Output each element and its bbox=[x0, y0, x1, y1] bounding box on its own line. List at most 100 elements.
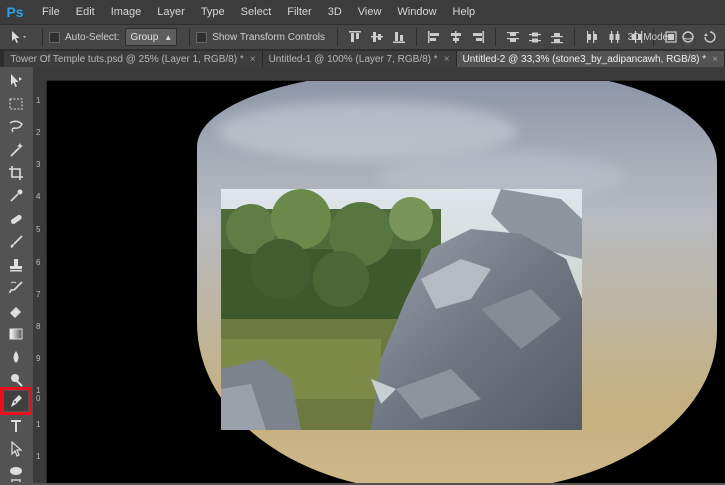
distribute-top-icon[interactable] bbox=[505, 30, 521, 44]
move-tool[interactable] bbox=[4, 71, 28, 91]
3d-rotate-icon[interactable] bbox=[680, 30, 696, 44]
history-brush-icon bbox=[9, 281, 23, 294]
ruler-number: 8 bbox=[36, 322, 41, 331]
ruler-number: 1 bbox=[36, 420, 41, 429]
tools-panel bbox=[0, 67, 34, 483]
crop-icon bbox=[9, 166, 23, 180]
3d-mode-label: 3D Mode: bbox=[627, 31, 671, 43]
menu-layer[interactable]: Layer bbox=[149, 6, 193, 18]
shape-tool[interactable] bbox=[4, 461, 28, 481]
menu-type[interactable]: Type bbox=[193, 6, 233, 18]
ruler-number: 0 bbox=[36, 394, 41, 403]
stone-landscape-image bbox=[221, 189, 582, 430]
dodge-tool[interactable] bbox=[4, 370, 28, 390]
healing-tool[interactable] bbox=[4, 209, 28, 229]
align-top-icon[interactable] bbox=[347, 30, 363, 44]
menu-3d[interactable]: 3D bbox=[320, 6, 350, 18]
marquee-icon bbox=[9, 98, 23, 110]
align-left-icon[interactable] bbox=[426, 30, 442, 44]
tab-untitled-1[interactable]: Untitled-1 @ 100% (Layer 7, RGB/8) * × bbox=[262, 51, 457, 67]
separator bbox=[416, 28, 418, 46]
ruler-corner bbox=[33, 67, 47, 80]
options-bar: Auto-Select: Group ▲︎ Show Transform Con… bbox=[0, 24, 725, 50]
eyedropper-icon bbox=[10, 189, 23, 202]
dodge-icon bbox=[11, 374, 23, 387]
separator bbox=[495, 28, 497, 46]
blur-tool[interactable] bbox=[4, 347, 28, 367]
brush-tool[interactable] bbox=[4, 232, 28, 252]
tab-label: Untitled-2 @ 33,3% (stone3_by_adipancawh… bbox=[462, 53, 707, 65]
history-brush-tool[interactable] bbox=[4, 278, 28, 298]
quick-select-tool[interactable] bbox=[4, 140, 28, 160]
menu-edit[interactable]: Edit bbox=[68, 6, 103, 18]
ruler-number: 6 bbox=[36, 258, 41, 267]
distribute-vcenter-icon[interactable] bbox=[527, 30, 543, 44]
distribute-hcenter-icon[interactable] bbox=[606, 30, 622, 44]
align-vcenter-icon[interactable] bbox=[369, 30, 385, 44]
marquee-tool[interactable] bbox=[4, 94, 28, 114]
3d-roll-icon[interactable] bbox=[702, 30, 718, 44]
menu-filter[interactable]: Filter bbox=[279, 6, 319, 18]
auto-select-dropdown[interactable]: Group ▲︎ bbox=[125, 28, 178, 46]
ruler-number: 5 bbox=[36, 225, 41, 234]
menu-view[interactable]: View bbox=[350, 6, 390, 18]
bandage-icon bbox=[10, 214, 22, 224]
menu-select[interactable]: Select bbox=[233, 6, 280, 18]
ruler-number: 1 bbox=[36, 452, 41, 461]
pen-icon bbox=[11, 395, 22, 407]
ruler-vertical: 1 2 3 4 5 6 7 8 9 1 0 1 1 bbox=[33, 80, 47, 483]
ruler-number: 1 bbox=[36, 96, 41, 105]
auto-select-label: Auto-Select: bbox=[65, 31, 120, 43]
close-icon[interactable]: × bbox=[250, 54, 256, 65]
menu-window[interactable]: Window bbox=[389, 6, 444, 18]
magic-wand-icon bbox=[10, 143, 23, 157]
path-select-tool[interactable] bbox=[4, 439, 28, 459]
ruler-number: 9 bbox=[36, 354, 41, 363]
lasso-tool[interactable] bbox=[4, 117, 28, 137]
show-transform-label: Show Transform Controls bbox=[212, 31, 326, 43]
align-bottom-icon[interactable] bbox=[391, 30, 407, 44]
separator bbox=[574, 28, 576, 46]
options-right-group: 3D Mode: bbox=[628, 25, 721, 49]
distribute-left-icon[interactable] bbox=[584, 30, 600, 44]
hand-tool[interactable] bbox=[4, 479, 28, 485]
show-transform-checkbox[interactable] bbox=[196, 31, 208, 43]
tab-untitled-2[interactable]: Untitled-2 @ 33,3% (stone3_by_adipancawh… bbox=[456, 51, 725, 67]
menu-help[interactable]: Help bbox=[445, 6, 484, 18]
stamp-icon bbox=[10, 259, 22, 272]
move-tool-preset-button[interactable] bbox=[0, 30, 36, 44]
gradient-tool[interactable] bbox=[4, 324, 28, 344]
close-icon[interactable]: × bbox=[712, 54, 718, 65]
close-icon[interactable]: × bbox=[444, 54, 450, 65]
stamp-tool[interactable] bbox=[4, 255, 28, 275]
ruler-number: 4 bbox=[36, 192, 41, 201]
document-canvas[interactable] bbox=[47, 81, 725, 483]
type-tool[interactable] bbox=[4, 416, 28, 436]
ellipse-icon bbox=[10, 467, 22, 475]
gradient-icon bbox=[9, 328, 23, 340]
align-hcenter-icon[interactable] bbox=[448, 30, 464, 44]
photoshop-logo: Ps bbox=[6, 4, 24, 20]
tab-tower-of-temple[interactable]: Tower Of Temple tuts.psd @ 25% (Layer 1,… bbox=[4, 51, 263, 67]
move-icon bbox=[11, 74, 22, 87]
droplet-icon bbox=[13, 351, 19, 363]
hand-icon bbox=[11, 479, 21, 482]
eyedropper-tool[interactable] bbox=[4, 186, 28, 206]
distribute-bottom-icon[interactable] bbox=[549, 30, 565, 44]
auto-select-checkbox[interactable] bbox=[49, 31, 60, 43]
type-icon bbox=[11, 420, 21, 432]
dropdown-arrow-icon: ▲︎ bbox=[164, 32, 173, 42]
menu-image[interactable]: Image bbox=[103, 6, 150, 18]
eraser-icon bbox=[10, 307, 21, 318]
separator bbox=[42, 28, 43, 46]
menu-file[interactable]: File bbox=[34, 6, 68, 18]
align-right-icon[interactable] bbox=[470, 30, 486, 44]
pen-tool[interactable] bbox=[0, 387, 32, 415]
stone-photo-layer bbox=[221, 189, 582, 430]
move-icon bbox=[12, 31, 26, 43]
crop-tool[interactable] bbox=[4, 163, 28, 183]
menu-bar: Ps File Edit Image Layer Type Select Fil… bbox=[0, 0, 725, 24]
tab-label: Tower Of Temple tuts.psd @ 25% (Layer 1,… bbox=[10, 53, 244, 65]
lasso-icon bbox=[9, 120, 23, 133]
eraser-tool[interactable] bbox=[4, 301, 28, 321]
